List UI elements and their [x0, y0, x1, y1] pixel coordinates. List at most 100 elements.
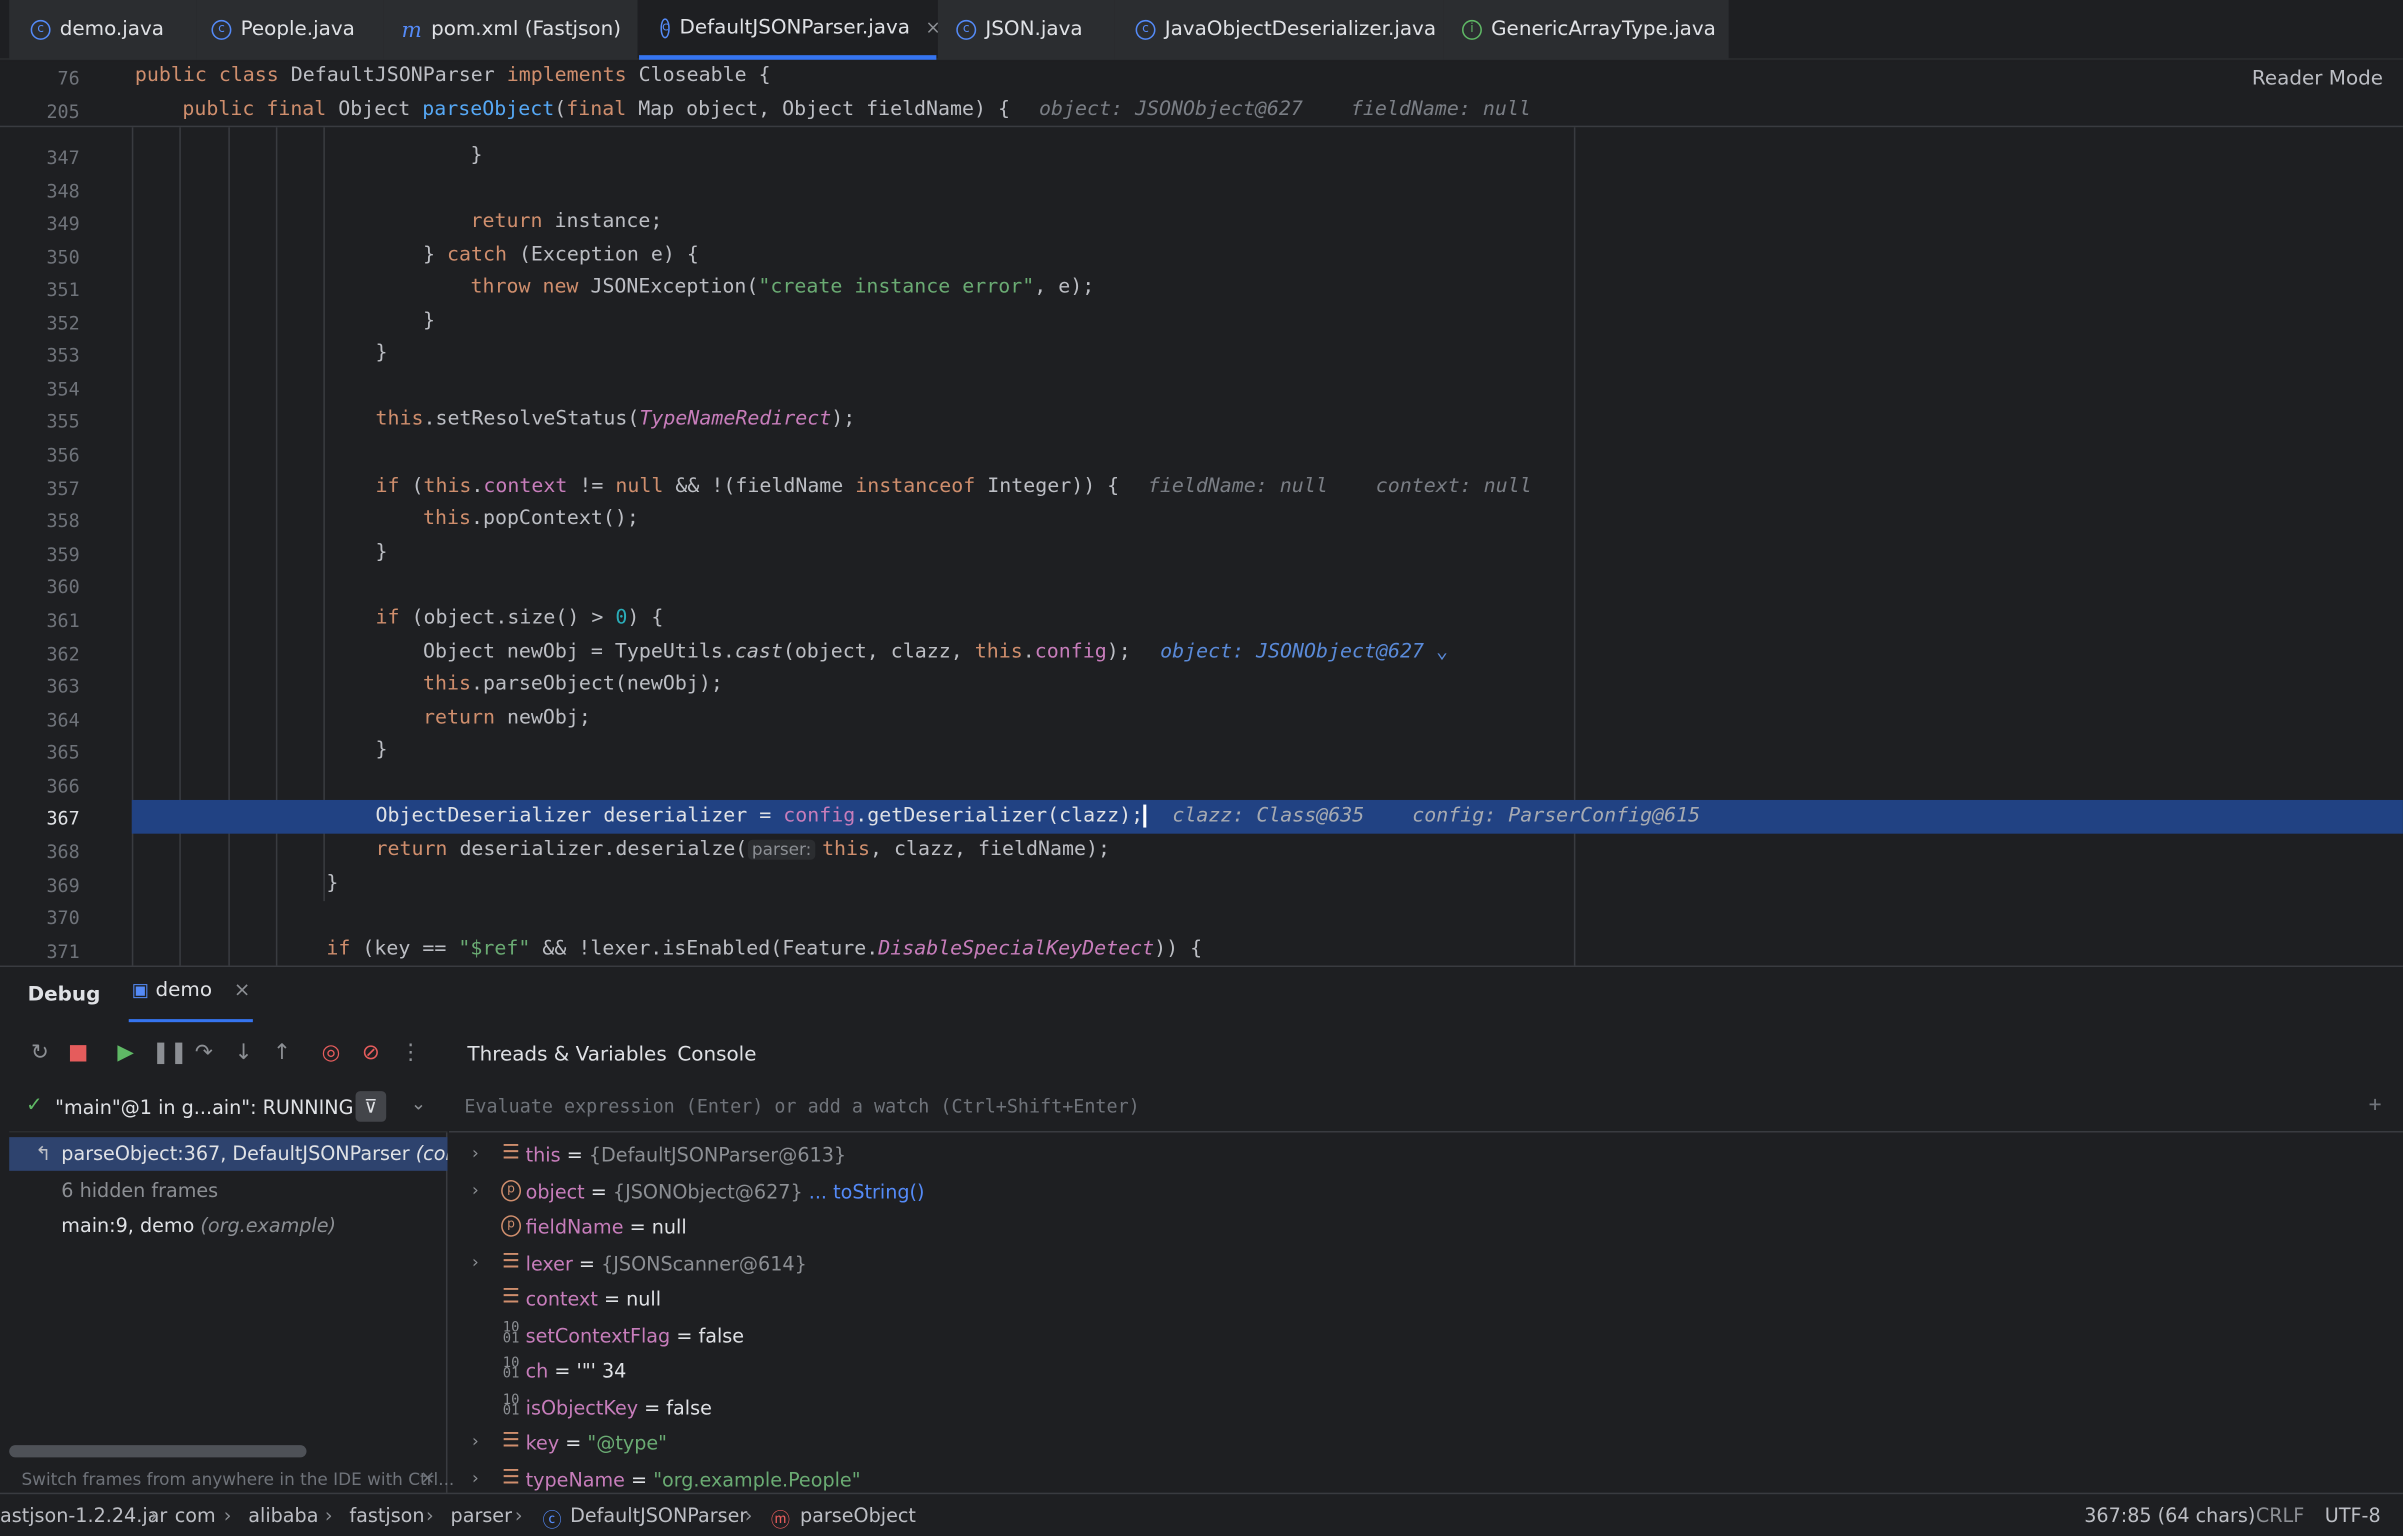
chevron-right-icon[interactable]: › — [472, 1468, 479, 1488]
code-editor[interactable]: 76 public class DefaultJSONParser implem… — [0, 61, 2403, 966]
stop-icon[interactable]: ■ — [64, 1041, 92, 1066]
frame-item[interactable]: 6 hidden frames — [9, 1174, 447, 1208]
filter-icon[interactable]: ⊽ — [355, 1091, 387, 1122]
variable-lexer[interactable]: › ☰ lexer = {JSONScanner@614} — [449, 1247, 2403, 1281]
breadcrumb-jar[interactable]: astjson-1.2.24.jar — [0, 1503, 167, 1526]
frame-item[interactable]: main:9, demo (org.example) — [9, 1209, 447, 1243]
code-line: this.setResolveStatus(TypeNameRedirect); — [375, 407, 856, 431]
breadcrumb-parser[interactable]: parser — [451, 1503, 512, 1526]
resume-icon[interactable]: ▶ — [112, 1041, 140, 1066]
more-icon[interactable]: ⋮ — [397, 1041, 425, 1066]
run-config-icon: ▣ — [131, 979, 150, 1001]
line-number: 371 — [46, 940, 80, 963]
reader-mode-button[interactable]: Reader Mode — [2252, 67, 2383, 90]
tab-label: demo.java — [59, 18, 165, 42]
caret-position[interactable]: 367:85 (64 chars) — [2084, 1503, 2255, 1526]
chevron-right-icon[interactable]: › — [472, 1180, 479, 1200]
chevron-right-icon: › — [426, 1503, 434, 1527]
line-number: 369 — [46, 875, 80, 897]
tab-javaobjectdeserializer-java[interactable]: c JavaObjectDeserializer.java — [1114, 0, 1444, 60]
variable-fieldname[interactable]: p fieldName = null — [449, 1211, 2403, 1245]
code-line: return instance; — [470, 209, 663, 233]
tab-json-java[interactable]: c JSON.java — [937, 0, 1115, 60]
pause-icon[interactable]: ❚❚ — [152, 1041, 188, 1066]
line-separator[interactable]: CRLF — [2256, 1503, 2304, 1526]
code-line: } — [422, 309, 435, 333]
line-number: 355 — [46, 410, 80, 433]
eval-placeholder: Evaluate expression (Enter) or add a wat… — [464, 1095, 1140, 1118]
tab-demo-java[interactable]: c demo.java — [9, 0, 197, 60]
tab-label: pom.xml (Fastjson) — [431, 18, 622, 42]
indent-guide — [323, 127, 325, 902]
variable-ch[interactable]: 10 01 ch = '"' 34 — [449, 1355, 2403, 1389]
step-into-icon[interactable]: ↓ — [230, 1041, 258, 1066]
code-line: if (object.size() > 0) { — [375, 606, 664, 630]
chevron-right-icon[interactable]: › — [472, 1431, 479, 1451]
chevron-right-icon[interactable]: › — [472, 1143, 479, 1163]
class-icon: c — [660, 17, 671, 38]
tab-pom-xml[interactable]: m pom.xml (Fastjson) — [383, 0, 638, 60]
line-number: 367 — [46, 807, 80, 830]
var-value: "@type" — [587, 1431, 668, 1455]
chevron-right-icon[interactable]: › — [472, 1252, 479, 1272]
frame-item[interactable]: ↰ parseObject:367, DefaultJSONParser (co… — [9, 1137, 448, 1171]
line-number: 364 — [46, 709, 80, 732]
line-number: 349 — [46, 213, 80, 235]
status-bar: astjson-1.2.24.jar › com › alibaba › fas… — [0, 1492, 2403, 1536]
field-icon: ☰ — [502, 1250, 521, 1274]
code-line: return newObj; — [422, 706, 591, 730]
breadcrumb-com[interactable]: com — [175, 1503, 216, 1526]
line-number: 361 — [46, 609, 80, 632]
variable-setcontextflag[interactable]: 10 01 setContextFlag = false — [449, 1319, 2403, 1353]
variable-object[interactable]: › p object = {JSONObject@627} ... toStri… — [449, 1175, 2403, 1209]
tab-label: GenericArrayType.java — [1491, 18, 1716, 42]
var-value: '"' 34 — [576, 1359, 627, 1383]
file-encoding[interactable]: UTF-8 — [2325, 1503, 2381, 1526]
tab-console[interactable]: Console — [677, 1044, 756, 1067]
mute-breakpoints-icon[interactable]: ⊘ — [357, 1041, 385, 1066]
view-breakpoints-icon[interactable]: ◎ — [317, 1041, 345, 1066]
add-watch-icon[interactable]: + — [2369, 1093, 2382, 1118]
variable-context[interactable]: ☰ context = null — [449, 1283, 2403, 1317]
inline-debug-value[interactable]: object: JSONObject@627 ⌄ — [1160, 641, 1448, 664]
chevron-down-icon[interactable]: ⌄ — [411, 1093, 426, 1114]
debug-toolbar: ↻ ■ ▶ ❚❚ ↷ ↓ ↑ ◎ ⊘ ⋮ — [0, 1028, 447, 1080]
parameter-icon: p — [501, 1180, 522, 1202]
tab-genericarraytype-java[interactable]: i GenericArrayType.java — [1443, 0, 1729, 60]
breadcrumb-method[interactable]: parseObject — [800, 1503, 916, 1526]
tab-defaultjsonparser-java[interactable]: c DefaultJSONParser.java × — [639, 0, 941, 60]
evaluate-expression-input[interactable]: Evaluate expression (Enter) or add a wat… — [449, 1083, 2403, 1133]
thread-selector[interactable]: ✓ "main"@1 in g...ain": RUNNING ⊽ ⌄ — [9, 1083, 448, 1133]
variable-isobjectkey[interactable]: 10 01 isObjectKey = false — [449, 1392, 2403, 1426]
rerun-icon[interactable]: ↻ — [26, 1041, 54, 1066]
horizontal-scrollbar[interactable] — [9, 1445, 307, 1458]
tostring-link[interactable]: ... toString() — [809, 1180, 925, 1203]
line-number: 363 — [46, 675, 80, 698]
line-number: 358 — [46, 510, 80, 532]
breadcrumb-fastjson[interactable]: fastjson — [349, 1503, 424, 1526]
tab-threads-variables[interactable]: Threads & Variables — [467, 1044, 666, 1067]
var-value: {JSONObject@627} — [612, 1180, 803, 1204]
var-name: fieldName — [525, 1215, 624, 1239]
debug-session-tab[interactable]: ▣ demo × — [128, 979, 254, 1023]
tab-people-java[interactable]: c People.java — [196, 0, 384, 60]
breadcrumb-class[interactable]: DefaultJSONParser — [570, 1503, 747, 1526]
code-line: } — [470, 144, 483, 168]
field-icon: ☰ — [502, 1141, 521, 1165]
variable-this[interactable]: › ☰ this = {DefaultJSONParser@613} — [449, 1139, 2403, 1173]
var-name: lexer — [525, 1252, 573, 1276]
breadcrumb-alibaba[interactable]: alibaba — [248, 1503, 318, 1526]
step-over-icon[interactable]: ↷ — [190, 1041, 218, 1066]
tab-label: DefaultJSONParser.java — [679, 16, 911, 40]
var-name: ch — [525, 1359, 549, 1383]
step-out-icon[interactable]: ↑ — [268, 1041, 296, 1066]
close-hint-icon[interactable]: × — [420, 1467, 435, 1488]
inline-debug-value: object: JSONObject@627 fieldName: null — [1039, 98, 1531, 122]
parameter-icon: p — [501, 1215, 522, 1237]
variable-key[interactable]: › ☰ key = "@type" — [449, 1427, 2403, 1461]
line-number: 348 — [46, 180, 80, 203]
close-session-icon[interactable]: × — [234, 979, 251, 1002]
debug-tool-window: Debug ▣ demo × ↻ ■ ▶ ❚❚ ↷ ↓ ↑ ◎ ⊘ ⋮ Thre… — [0, 965, 2403, 1501]
code-line: } — [375, 738, 388, 762]
chevron-down-icon[interactable]: ⌄ — [1436, 641, 1448, 664]
